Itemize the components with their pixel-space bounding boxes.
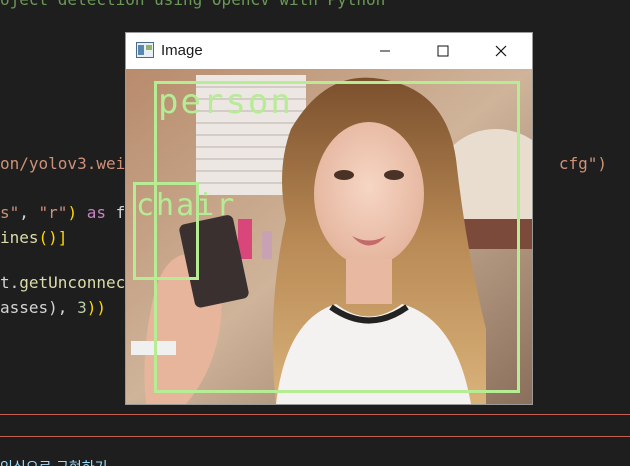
- person-detection-box: [154, 81, 520, 393]
- code-token-comma: ,: [19, 203, 39, 222]
- image-window[interactable]: Image person chair: [126, 33, 532, 404]
- code-token-classes: asses),: [0, 298, 78, 317]
- code-line-colors: asses), 3)): [0, 298, 106, 318]
- maximize-icon: [437, 45, 449, 57]
- code-token-as: as: [77, 203, 116, 222]
- code-token-classes-file: s": [0, 203, 20, 222]
- code-token-readlines: ines: [0, 228, 39, 247]
- close-button[interactable]: [478, 33, 524, 69]
- code-token-cfg: cfg"): [558, 154, 608, 173]
- image-canvas[interactable]: person chair: [126, 69, 532, 404]
- code-line-korean: 인식으로 구현하기: [0, 458, 108, 466]
- code-token-close: )): [86, 298, 106, 317]
- window-titlebar[interactable]: Image: [126, 33, 532, 69]
- opencv-window-icon: [136, 42, 154, 58]
- person-detection-label: person: [158, 82, 293, 122]
- minimize-button[interactable]: [362, 33, 408, 69]
- code-token-net: t.: [0, 273, 20, 292]
- code-line-comment: oject detection using OpenCV with Python: [0, 0, 385, 10]
- code-token-getunconnected: getUnconnect: [19, 273, 135, 292]
- chair-detection-label: chair: [136, 188, 237, 223]
- maximize-button[interactable]: [420, 33, 466, 69]
- code-line-open: s", "r") as f: [0, 203, 125, 223]
- code-token-var: f: [115, 203, 126, 222]
- window-title: Image: [161, 42, 203, 59]
- code-token-weights: on/yolov3.weig: [0, 154, 135, 173]
- divider-line: [0, 436, 630, 437]
- code-line-unconnected: t.getUnconnect: [0, 273, 135, 293]
- code-token-brackets: ()]: [38, 228, 68, 247]
- code-line-readlines: ines()]: [0, 228, 67, 248]
- code-token-paren: ): [67, 203, 78, 222]
- close-icon: [495, 45, 507, 57]
- code-token-three: 3: [77, 298, 87, 317]
- minimize-icon: [380, 50, 390, 52]
- divider-line: [0, 414, 630, 415]
- code-token-mode: "r": [38, 203, 68, 222]
